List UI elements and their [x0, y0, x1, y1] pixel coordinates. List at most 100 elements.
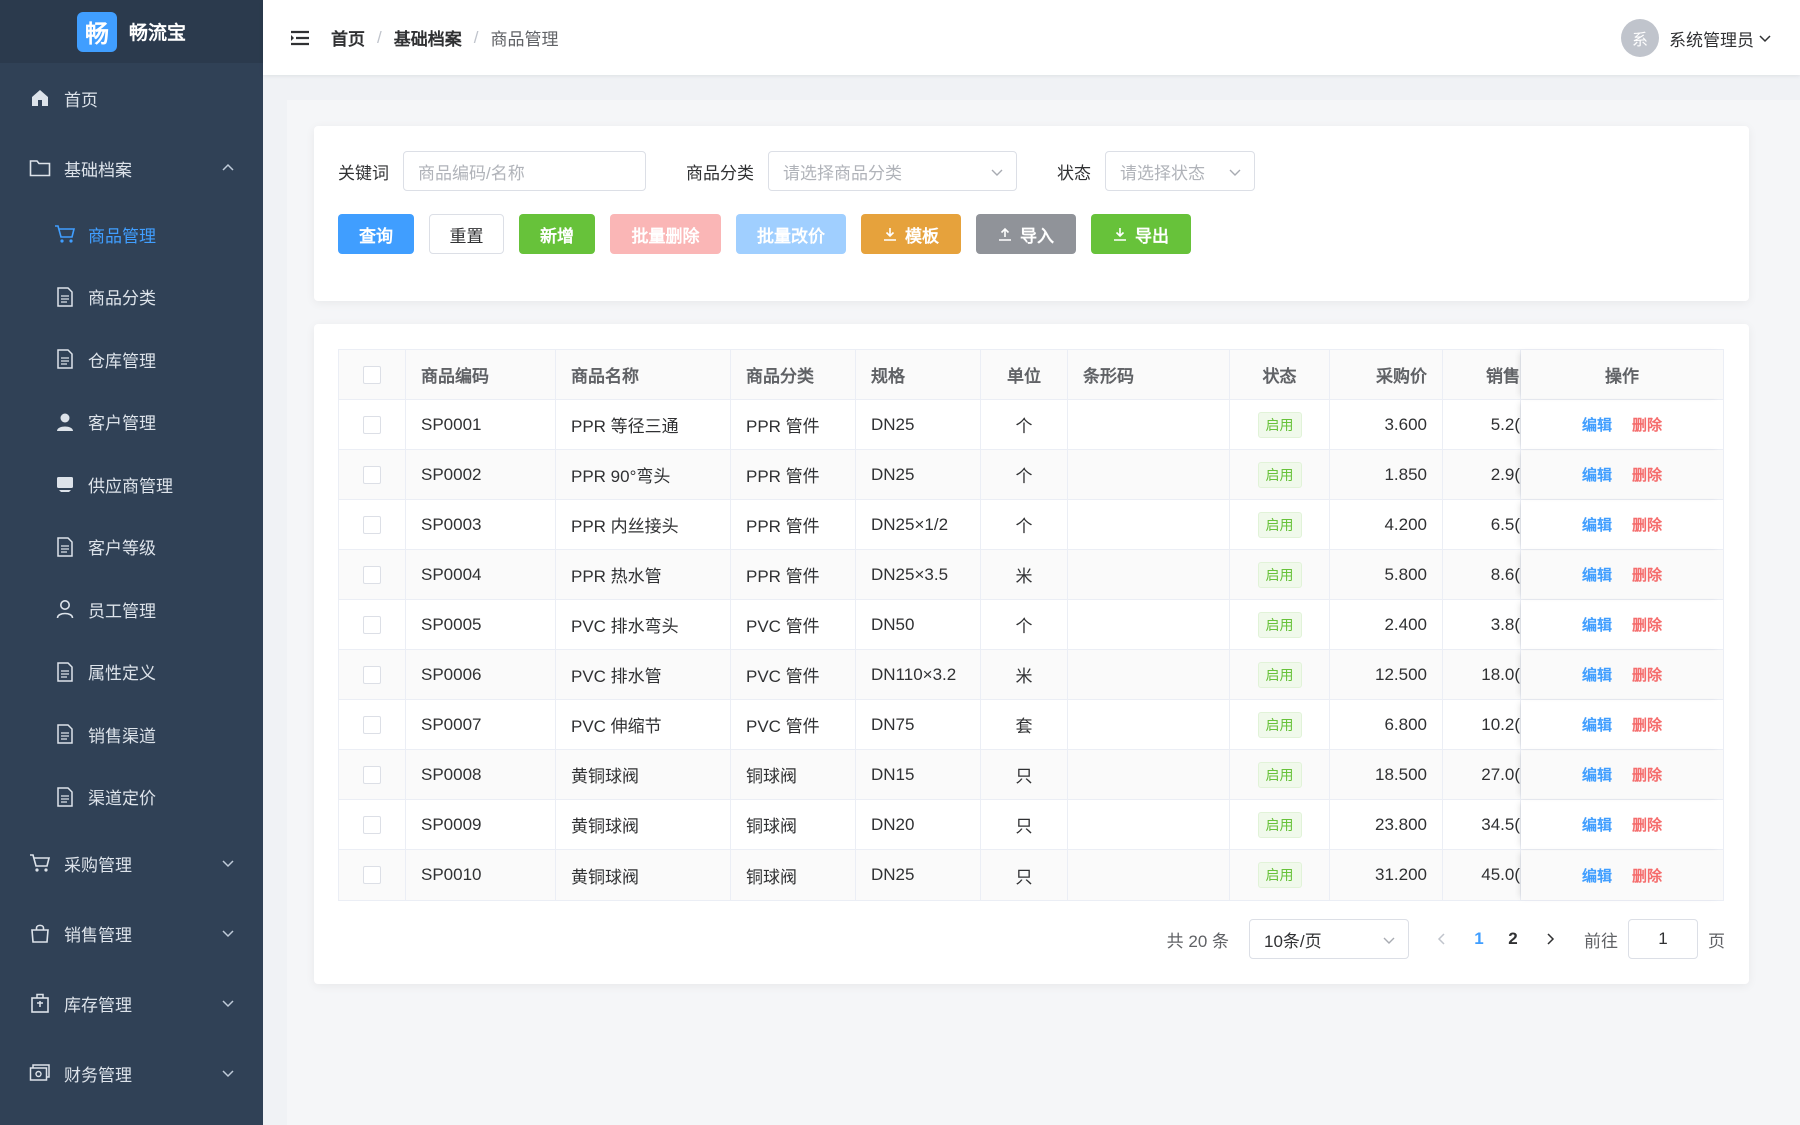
table-row[interactable]: SP0002 PPR 90°弯头 PPR 管件 DN25 个启用 1.850 2.9(编辑删…	[339, 450, 1723, 500]
menu-item-home[interactable]: 首页	[0, 63, 263, 133]
delete-link[interactable]: 删除	[1632, 664, 1662, 685]
row-checkbox[interactable]	[363, 415, 381, 434]
breadcrumb-home[interactable]: 首页	[331, 25, 365, 50]
select-all-checkbox[interactable]	[363, 365, 381, 384]
header-unit[interactable]: 单位	[981, 350, 1068, 399]
page-size-select[interactable]: 10条/页	[1249, 919, 1409, 959]
delete-link[interactable]: 删除	[1632, 764, 1662, 785]
hamburger-icon[interactable]	[289, 27, 311, 49]
row-checkbox[interactable]	[363, 866, 381, 884]
menu-item-sales[interactable]: 销售管理	[0, 898, 263, 968]
sidebar-item-product-management[interactable]: 商品管理	[0, 203, 263, 266]
delete-link[interactable]: 删除	[1632, 464, 1662, 485]
table-row[interactable]: SP0009 黄铜球阀 铜球阀 DN20 只启用 23.800 34.5(编辑 删除	[339, 800, 1723, 850]
delete-link[interactable]: 删除	[1632, 564, 1662, 585]
row-checkbox[interactable]	[363, 515, 381, 534]
page-2[interactable]: 2	[1496, 929, 1530, 949]
table-row[interactable]: SP0001 PPR 等径三通 PPR 管件 DN25 个启用 3.600 5.2(编辑 删除	[339, 400, 1723, 450]
table-row[interactable]: SP0003 PPR 内丝接头 PPR 管件 DN25×1/2 个 启用 4.200 6.5(…	[339, 500, 1723, 550]
edit-link[interactable]: 编辑	[1582, 714, 1612, 735]
prev-page-icon[interactable]	[1435, 932, 1449, 946]
cell-category: PPR 管件	[731, 550, 856, 599]
header-status[interactable]: 状态	[1230, 350, 1330, 399]
edit-link[interactable]: 编辑	[1582, 664, 1612, 685]
header-category[interactable]: 商品分类	[731, 350, 856, 399]
query-button[interactable]: 查询	[338, 214, 414, 254]
batch-price-button[interactable]: 批量改价	[736, 214, 846, 254]
menu-item-basic-archive[interactable]: 基础档案	[0, 133, 263, 203]
table-row[interactable]: SP0007 PVC 伸缩节 PVC 管件 DN75 套启用 6.800 10.2(编辑 删除	[339, 700, 1723, 750]
import-button[interactable]: 导入	[976, 214, 1076, 254]
sidebar-item-sales-channel[interactable]: 销售渠道	[0, 703, 263, 766]
table-panel: 商品编码 商品名称 商品分类 规格 单位 条形码 状态 采购价 销售 操作 SP…	[314, 324, 1749, 984]
row-checkbox[interactable]	[363, 665, 381, 684]
sidebar-item-customer[interactable]: 客户管理	[0, 391, 263, 454]
edit-link[interactable]: 编辑	[1582, 464, 1612, 485]
add-button[interactable]: 新增	[519, 214, 595, 254]
breadcrumb-basic-archive[interactable]: 基础档案	[394, 25, 462, 50]
menu-item-finance[interactable]: 财务管理	[0, 1038, 263, 1108]
row-checkbox[interactable]	[363, 765, 381, 784]
edit-link[interactable]: 编辑	[1582, 564, 1612, 585]
row-checkbox[interactable]	[363, 715, 381, 734]
delete-link[interactable]: 删除	[1632, 714, 1662, 735]
row-checkbox[interactable]	[363, 615, 381, 634]
reset-button[interactable]: 重置	[429, 214, 504, 254]
sidebar-item-channel-pricing[interactable]: 渠道定价	[0, 766, 263, 829]
edit-link[interactable]: 编辑	[1582, 865, 1612, 886]
edit-link[interactable]: 编辑	[1582, 814, 1612, 835]
table-row[interactable]: SP0006 PVC 排水管 PVC 管件 DN110×3.2 米 启用 12.500 18.…	[339, 650, 1723, 700]
sidebar-item-supplier[interactable]: 供应商管理	[0, 453, 263, 516]
logo[interactable]: 畅 畅流宝	[0, 0, 263, 63]
cell-unit: 个	[981, 500, 1068, 549]
header-spec[interactable]: 规格	[856, 350, 981, 399]
status-select[interactable]: 请选择状态	[1105, 151, 1255, 191]
edit-link[interactable]: 编辑	[1582, 764, 1612, 785]
table-row[interactable]: SP0008 黄铜球阀 铜球阀 DN15 只启用 18.500 27.0(编辑 删除	[339, 750, 1723, 800]
sidebar-item-attribute[interactable]: 属性定义	[0, 641, 263, 704]
next-page-icon[interactable]	[1543, 932, 1557, 946]
menu-item-inventory[interactable]: 库存管理	[0, 968, 263, 1038]
row-checkbox[interactable]	[363, 565, 381, 584]
page-1[interactable]: 1	[1462, 929, 1496, 949]
sidebar-item-product-category[interactable]: 商品分类	[0, 266, 263, 329]
row-checkbox[interactable]	[363, 465, 381, 484]
edit-link[interactable]: 编辑	[1582, 514, 1612, 535]
keyword-input[interactable]: 商品编码/名称	[403, 151, 646, 191]
category-select[interactable]: 请选择商品分类	[768, 151, 1017, 191]
breadcrumb: 首页 / 基础档案 / 商品管理	[331, 25, 558, 50]
delete-link[interactable]: 删除	[1632, 865, 1662, 886]
export-button[interactable]: 导出	[1091, 214, 1191, 254]
sidebar-item-employee[interactable]: 员工管理	[0, 578, 263, 641]
delete-link[interactable]: 删除	[1632, 414, 1662, 435]
table-row[interactable]: SP0005 PVC 排水弯头 PVC 管件 DN50 个启用 2.400 3.8(编辑 删除	[339, 600, 1723, 650]
edit-link[interactable]: 编辑	[1582, 414, 1612, 435]
cell-sell-price: 5.2(	[1443, 400, 1521, 449]
delete-link[interactable]: 删除	[1632, 614, 1662, 635]
table-row[interactable]: SP0010 黄铜球阀 铜球阀 DN25 只启用 31.200 45.0(编辑 删除	[339, 850, 1723, 900]
sidebar-item-label: 供应商管理	[88, 476, 173, 496]
batch-delete-button[interactable]: 批量删除	[610, 214, 721, 254]
page-size-value: 10条/页	[1264, 931, 1322, 951]
row-checkbox[interactable]	[363, 815, 381, 834]
status-badge: 启用	[1257, 561, 1302, 588]
menu-item-purchase[interactable]: 采购管理	[0, 828, 263, 898]
sidebar-item-warehouse[interactable]: 仓库管理	[0, 328, 263, 391]
cell-category: 铜球阀	[731, 750, 856, 799]
table-row[interactable]: SP0004 PPR 热水管 PPR 管件 DN25×3.5 米启用 5.800 8.6(编…	[339, 550, 1723, 600]
header-sell-price[interactable]: 销售	[1443, 350, 1521, 399]
goto-input[interactable]: 1	[1628, 919, 1698, 959]
header-name[interactable]: 商品名称	[556, 350, 731, 399]
header-buy-price[interactable]: 采购价	[1330, 350, 1443, 399]
delete-link[interactable]: 删除	[1632, 814, 1662, 835]
template-button[interactable]: 模板	[861, 214, 961, 254]
cell-code: SP0009	[406, 800, 556, 849]
user-menu[interactable]: 系 系统管理员	[1621, 19, 1772, 57]
header-code[interactable]: 商品编码	[406, 350, 556, 399]
user-icon	[54, 598, 76, 620]
cart-icon	[28, 851, 52, 875]
sidebar-item-customer-level[interactable]: 客户等级	[0, 516, 263, 579]
delete-link[interactable]: 删除	[1632, 514, 1662, 535]
header-barcode[interactable]: 条形码	[1068, 350, 1230, 399]
edit-link[interactable]: 编辑	[1582, 614, 1612, 635]
